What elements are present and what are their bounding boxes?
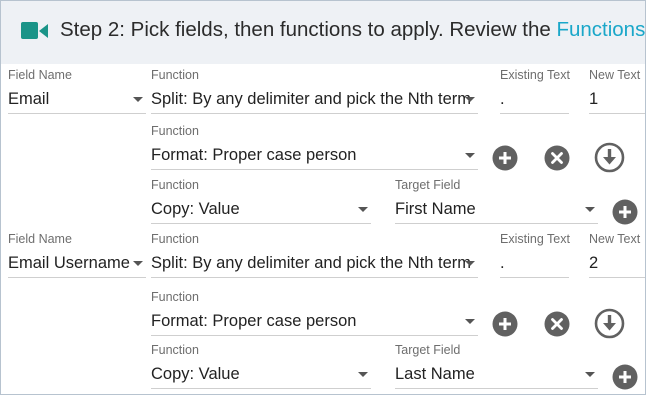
function-value: Copy: Value <box>151 365 240 383</box>
function-select[interactable]: Copy: Value <box>151 361 371 389</box>
step-title-text: Step 2: Pick fields, then functions to a… <box>60 18 557 41</box>
function-value: Copy: Value <box>151 200 240 218</box>
target-field-label: Target Field <box>395 178 461 192</box>
chevron-down-icon <box>358 207 368 212</box>
field-name-select[interactable]: Email Username <box>8 250 146 278</box>
move-down-icon[interactable] <box>594 308 625 344</box>
target-field-select[interactable]: Last Name <box>395 361 598 389</box>
step-title: Step 2: Pick fields, then functions to a… <box>60 18 645 42</box>
new-text-input[interactable]: 2 <box>589 250 645 278</box>
field-name-label: Field Name <box>8 232 72 246</box>
target-field-value: First Name <box>395 200 476 218</box>
new-text-value: 2 <box>589 254 599 272</box>
chevron-down-icon <box>465 153 475 158</box>
chevron-down-icon <box>465 319 475 324</box>
chevron-down-icon <box>585 207 595 212</box>
function-label: Function <box>151 343 199 357</box>
function-select[interactable]: Split: By any delimiter and pick the Nth… <box>151 250 478 278</box>
step-header: Step 2: Pick fields, then functions to a… <box>1 1 645 64</box>
new-text-label: New Text <box>589 68 641 82</box>
existing-text-label: Existing Text <box>500 68 570 82</box>
existing-text-value: . <box>500 254 505 272</box>
function-value: Split: By any delimiter and pick the Nth… <box>151 254 472 272</box>
step-panel: Step 2: Pick fields, then functions to a… <box>0 0 646 395</box>
remove-function-icon[interactable] <box>544 145 570 176</box>
new-text-label: New Text <box>589 232 641 246</box>
function-select[interactable]: Copy: Value <box>151 196 371 224</box>
new-text-value: 1 <box>589 90 599 108</box>
add-target-icon[interactable] <box>612 364 638 394</box>
existing-text-label: Existing Text <box>500 232 570 246</box>
chevron-down-icon <box>465 97 475 102</box>
function-value: Format: Proper case person <box>151 312 357 330</box>
chevron-down-icon <box>133 97 143 102</box>
field-name-value: Email <box>8 90 50 108</box>
function-select[interactable]: Format: Proper case person <box>151 308 478 336</box>
function-label: Function <box>151 178 199 192</box>
field-name-value: Email Username <box>8 254 130 272</box>
chevron-down-icon <box>358 372 368 377</box>
chevron-down-icon <box>465 261 475 266</box>
field-name-select[interactable]: Email <box>8 86 146 114</box>
add-function-icon[interactable] <box>492 145 518 176</box>
move-down-icon[interactable] <box>594 142 625 178</box>
chevron-down-icon <box>585 372 595 377</box>
function-value: Format: Proper case person <box>151 146 357 164</box>
function-label: Function <box>151 232 199 246</box>
target-field-label: Target Field <box>395 343 461 357</box>
remove-function-icon[interactable] <box>544 311 570 342</box>
target-field-value: Last Name <box>395 365 475 383</box>
existing-text-value: . <box>500 90 505 108</box>
existing-text-input[interactable]: . <box>500 250 569 278</box>
functions-guide-link[interactable]: Functions G <box>556 18 645 41</box>
existing-text-input[interactable]: . <box>500 86 569 114</box>
add-function-icon[interactable] <box>492 311 518 342</box>
function-value: Split: By any delimiter and pick the Nth… <box>151 90 472 108</box>
function-label: Function <box>151 124 199 138</box>
function-select[interactable]: Split: By any delimiter and pick the Nth… <box>151 86 478 114</box>
field-name-label: Field Name <box>8 68 72 82</box>
new-text-input[interactable]: 1 <box>589 86 645 114</box>
chevron-down-icon <box>133 261 143 266</box>
function-label: Function <box>151 290 199 304</box>
function-label: Function <box>151 68 199 82</box>
function-select[interactable]: Format: Proper case person <box>151 142 478 170</box>
add-target-icon[interactable] <box>612 199 638 230</box>
target-field-select[interactable]: First Name <box>395 196 598 224</box>
video-camera-icon <box>21 20 49 47</box>
